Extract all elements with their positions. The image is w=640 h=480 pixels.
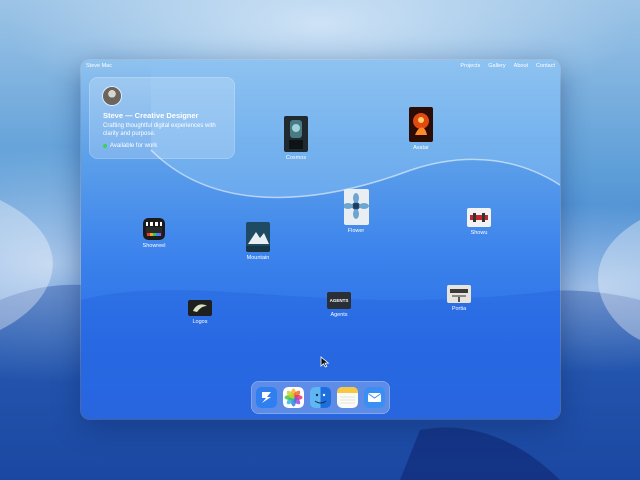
profile-name: Steve — Creative Designer xyxy=(103,111,199,120)
portia-thumbnail-icon xyxy=(447,285,471,303)
desktop-icon-label: Portia xyxy=(451,306,467,312)
dock xyxy=(251,381,390,414)
nav-about[interactable]: About xyxy=(514,63,528,69)
desktop-icon-label: Logos xyxy=(192,319,208,325)
avatar xyxy=(103,87,121,105)
desktop-icon-label: Showu xyxy=(470,230,488,236)
agents-thumbnail-icon: AGENTS xyxy=(327,292,351,309)
avatar-thumbnail-icon xyxy=(409,107,433,142)
desktop-icon-label: Mountain xyxy=(246,255,270,261)
status-text: Available for work xyxy=(110,143,158,149)
photos-icon[interactable] xyxy=(283,387,304,408)
desktop-icon-mountain[interactable]: Mountain xyxy=(233,222,283,261)
desktop-icon-label: Avatar xyxy=(413,145,429,151)
desktop-icon-logos[interactable]: Logos xyxy=(175,300,225,325)
desktop-icon-portia[interactable]: Portia xyxy=(434,285,484,312)
desktop-icon-flower[interactable]: Flower xyxy=(331,189,381,234)
desktop-icon-agents[interactable]: AGENTS Agents xyxy=(314,292,364,318)
mountain-thumbnail-icon xyxy=(246,222,270,252)
nav-contact[interactable]: Contact xyxy=(536,63,555,69)
desktop-icon-label: Showreel xyxy=(142,243,166,249)
desktop-icon-showreel[interactable]: Showreel xyxy=(129,218,179,249)
mouse-cursor-icon xyxy=(320,356,330,368)
desktop-icon-showu[interactable]: Showu xyxy=(454,208,504,236)
flower-thumbnail-icon xyxy=(343,189,369,225)
brand-name[interactable]: Steve Mac xyxy=(86,63,112,69)
showu-thumbnail-icon xyxy=(467,208,491,227)
agents-thumbnail-text: AGENTS xyxy=(329,298,349,303)
cosmos-thumbnail-icon xyxy=(284,116,308,152)
status-badge: Available for work xyxy=(103,143,157,149)
notes-icon[interactable] xyxy=(337,387,358,408)
logos-thumbnail-icon xyxy=(188,300,212,316)
nav-gallery[interactable]: Gallery xyxy=(488,63,505,69)
finder-style-app-icon[interactable] xyxy=(256,387,277,408)
clapperboard-icon xyxy=(143,218,165,240)
profile-tagline: Crafting thoughtful digital experiences … xyxy=(103,123,216,137)
desktop-icon-cosmos[interactable]: Cosmos xyxy=(271,116,321,161)
finder-icon[interactable] xyxy=(310,387,331,408)
desktop-icon-label: Flower xyxy=(347,228,365,234)
desktop-icon-avatar[interactable]: Avatar xyxy=(396,107,446,151)
desktop-icon-label: Agents xyxy=(330,312,348,318)
nav-projects[interactable]: Projects xyxy=(460,63,480,69)
status-dot-icon xyxy=(103,144,107,148)
desktop-icon-label: Cosmos xyxy=(285,155,307,161)
top-nav: Projects Gallery About Contact xyxy=(460,63,555,69)
mail-icon[interactable] xyxy=(364,387,385,408)
profile-card: Steve — Creative Designer Crafting thoug… xyxy=(89,77,235,159)
top-bar: Steve Mac Projects Gallery About Contact xyxy=(81,60,560,72)
